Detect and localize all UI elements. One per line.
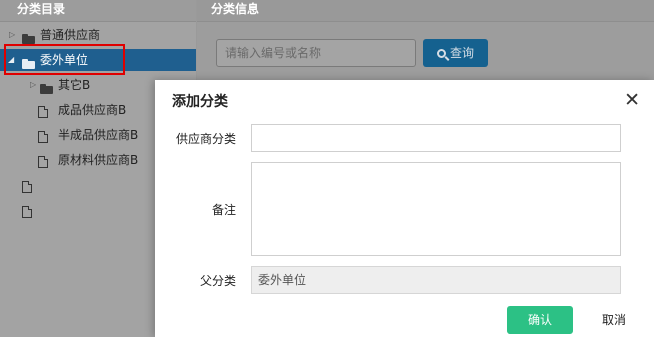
add-category-dialog: 添加分类 ✕ 供应商分类 备注 父分类 委外单位 确认 取消 <box>155 80 654 337</box>
expand-arrow-icon[interactable]: ▷ <box>30 74 36 96</box>
tree-node-label: 成品供应商B <box>58 103 127 117</box>
parent-category-label: 父分类 <box>199 274 236 288</box>
tree-panel-header: 分类目录 <box>0 0 196 22</box>
supplier-category-field[interactable] <box>251 124 621 152</box>
tree-node-regular-supplier[interactable]: ▷ 普通供应商 <box>0 24 196 46</box>
file-icon <box>38 128 48 150</box>
file-icon <box>38 153 48 175</box>
search-button-label: 查询 <box>449 46 474 60</box>
search-icon <box>436 49 446 58</box>
tree-node-label: 其它B <box>58 78 91 92</box>
remark-label: 备注 <box>211 203 236 217</box>
folder-icon <box>22 54 35 76</box>
search-input[interactable]: 请输入编号或名称 <box>216 39 416 67</box>
info-panel-header: 分类信息 <box>197 0 654 22</box>
dialog-title: 添加分类 <box>172 94 228 110</box>
file-icon <box>38 103 48 125</box>
folder-icon <box>40 79 53 101</box>
confirm-button[interactable]: 确认 <box>507 306 573 334</box>
tree-node-label: 半成品供应商B <box>58 128 139 142</box>
file-icon <box>22 203 32 225</box>
parent-category-field: 委外单位 <box>251 266 621 294</box>
tree-node-label: 原材料供应商B <box>58 153 139 167</box>
cancel-button[interactable]: 取消 <box>581 306 647 334</box>
expand-arrow-icon[interactable]: ▷ <box>9 24 15 46</box>
tree-node-label: 普通供应商 <box>40 28 101 42</box>
remark-textarea[interactable] <box>251 162 621 256</box>
file-icon <box>22 178 32 200</box>
tree-node-label: 委外单位 <box>40 53 89 67</box>
close-icon[interactable]: ✕ <box>624 89 640 111</box>
tree-node-outsourcing-unit[interactable]: ◢ 委外单位 <box>0 49 196 71</box>
folder-icon <box>22 29 35 51</box>
search-button[interactable]: 查询 <box>423 39 488 67</box>
collapse-arrow-icon[interactable]: ◢ <box>8 49 14 71</box>
supplier-category-label: 供应商分类 <box>175 132 236 146</box>
